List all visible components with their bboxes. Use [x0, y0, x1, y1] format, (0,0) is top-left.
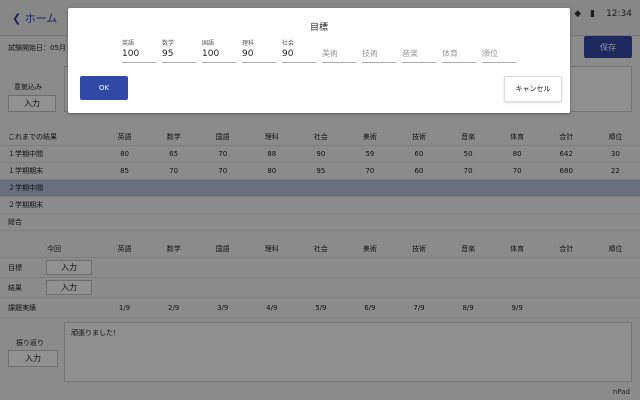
field-art[interactable]: 美術: [322, 38, 356, 63]
field-value[interactable]: 95: [162, 46, 196, 63]
field-label: [442, 38, 476, 46]
field-label: 理科: [242, 40, 255, 47]
field-value[interactable]: 100: [202, 46, 236, 63]
ok-button[interactable]: OK: [80, 76, 128, 100]
field-math[interactable]: 数学 95: [162, 38, 196, 63]
field-value[interactable]: 90: [282, 46, 316, 63]
field-label: 英語: [122, 40, 135, 47]
field-science[interactable]: 理科 90: [242, 38, 276, 63]
field-music[interactable]: 音楽: [402, 38, 436, 63]
field-placeholder[interactable]: 技術: [362, 46, 396, 63]
field-placeholder[interactable]: 音楽: [402, 46, 436, 63]
field-value[interactable]: 90: [242, 46, 276, 63]
field-label: 国語: [202, 40, 215, 47]
field-placeholder[interactable]: 美術: [322, 46, 356, 63]
dialog-title: 目標: [309, 23, 328, 33]
field-rank[interactable]: 順位: [482, 38, 516, 63]
field-social[interactable]: 社会 90: [282, 38, 316, 63]
field-label: [402, 38, 436, 46]
field-english[interactable]: 英語 100: [122, 38, 156, 63]
field-placeholder[interactable]: 順位: [482, 46, 516, 63]
field-pe[interactable]: 体育: [442, 38, 476, 63]
field-label: [362, 38, 396, 46]
field-label: 数学: [162, 40, 175, 47]
field-label: [482, 38, 516, 46]
field-placeholder[interactable]: 体育: [442, 46, 476, 63]
field-value[interactable]: 100: [122, 46, 156, 63]
field-label: 社会: [282, 40, 295, 47]
field-label: [322, 38, 356, 46]
target-dialog: 目標 英語 100 数学 95 国語 100 理科 90 社会 90 美術 技術 音楽 体…: [68, 8, 570, 113]
field-japanese[interactable]: 国語 100: [202, 38, 236, 63]
field-technology[interactable]: 技術: [362, 38, 396, 63]
cancel-button[interactable]: キャンセル: [504, 76, 562, 102]
